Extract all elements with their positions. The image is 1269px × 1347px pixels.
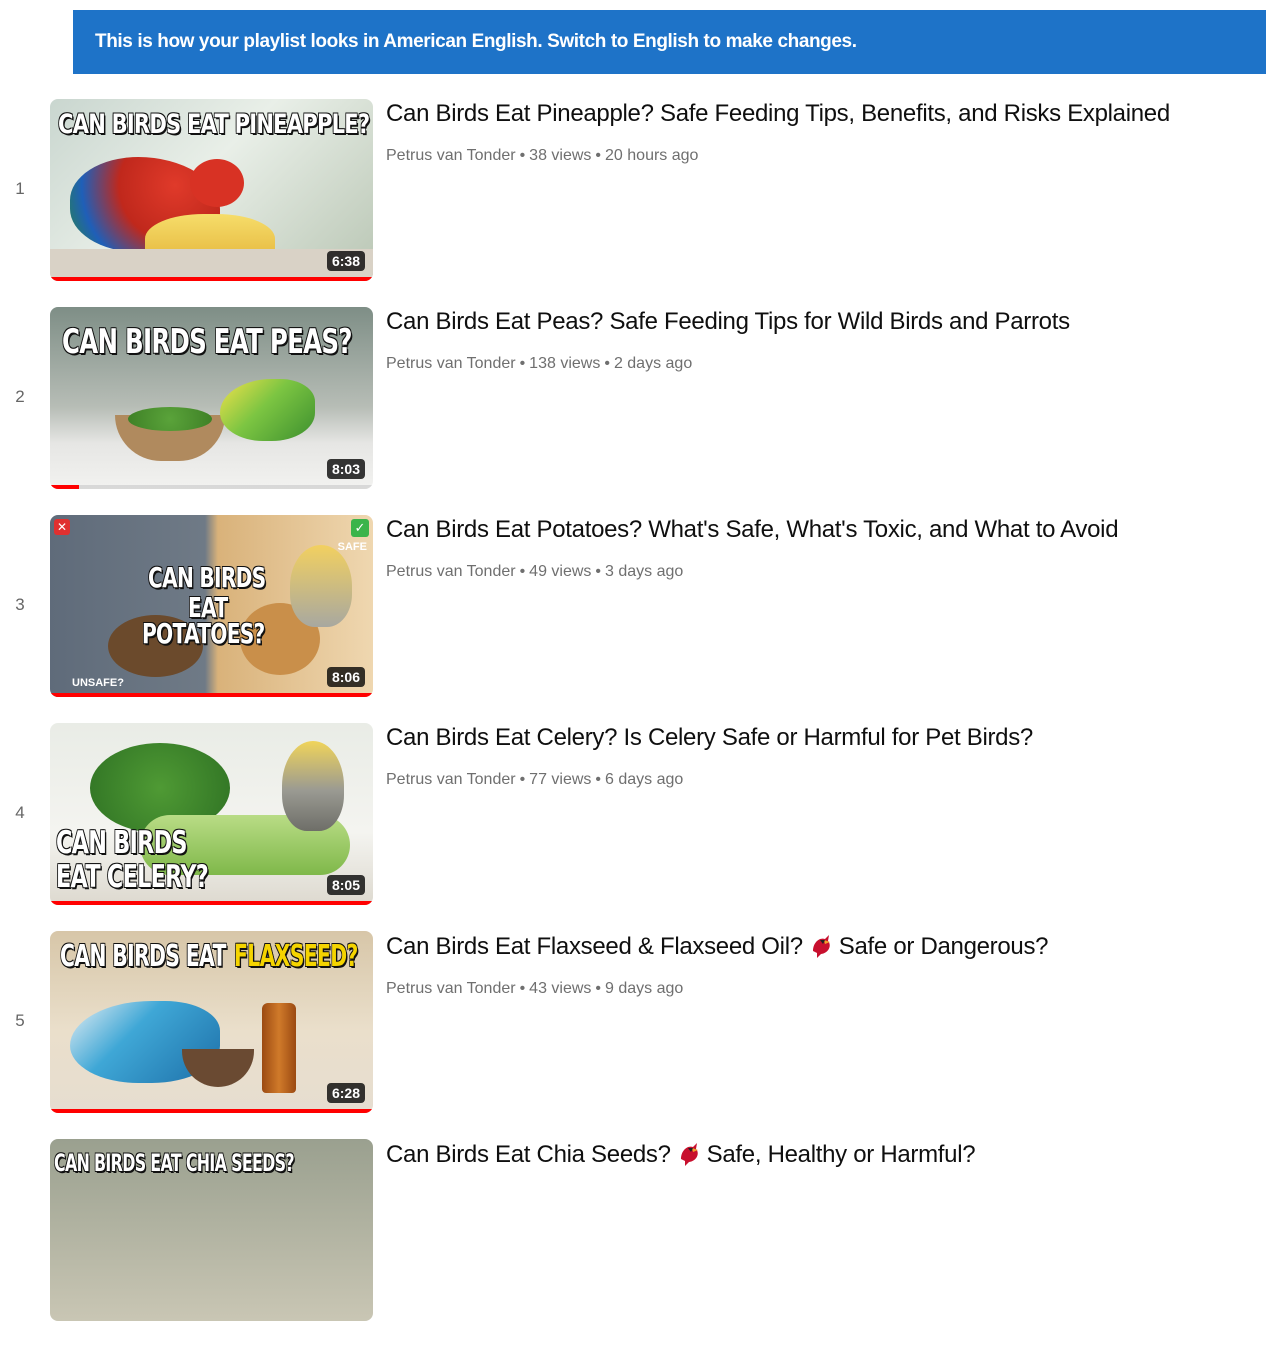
- thumbnail-text-line-1: CAN BIRDS: [148, 561, 266, 594]
- thumbnail-text: CAN BIRDS EAT PEAS?: [62, 322, 352, 362]
- duration-badge: 6:28: [326, 1083, 365, 1103]
- item-index: 3: [15, 595, 25, 614]
- playlist-item[interactable]: 1 CAN BIRDS EAT PINEAPPLE? 6:38 Can Bird…: [0, 99, 1269, 307]
- upload-age: 9 days ago: [605, 980, 684, 997]
- meta-separator: •: [519, 355, 526, 372]
- thumbnail-text: CAN BIRDS EAT: [60, 939, 226, 974]
- view-count: 43 views: [529, 980, 592, 997]
- video-info: Can Birds Eat Flaxseed & Flaxseed Oil? S…: [386, 931, 1249, 998]
- meta-separator: •: [604, 355, 610, 372]
- cardinal-bird-icon: [812, 935, 830, 958]
- video-title[interactable]: Can Birds Eat Celery? Is Celery Safe or …: [386, 723, 1249, 753]
- video-thumbnail[interactable]: CAN BIRDS EAT PEAS? 8:03: [50, 307, 373, 489]
- view-count: 77 views: [529, 771, 592, 788]
- upload-age: 2 days ago: [613, 355, 693, 372]
- meta-separator: •: [595, 980, 602, 997]
- video-title-part-1: Can Birds Eat Flaxseed & Flaxseed Oil?: [386, 933, 803, 960]
- video-thumbnail[interactable]: CAN BIRDS EAT FLAXSEED? 6:28: [50, 931, 373, 1113]
- unsafe-x-icon: ✕: [54, 519, 70, 535]
- video-title[interactable]: Can Birds Eat Chia Seeds? Safe, Healthy …: [386, 1139, 1249, 1170]
- flaxseed-oil-bottle: [262, 1003, 296, 1093]
- channel-name[interactable]: Petrus van Tonder: [386, 563, 516, 580]
- duration-badge: 8:03: [326, 459, 365, 479]
- item-index: 4: [15, 803, 25, 822]
- playlist-item[interactable]: CAN BIRDS EAT CHIA SEEDS? Can Birds Eat …: [0, 1139, 1269, 1347]
- view-count: 49 views: [529, 563, 592, 580]
- thumbnail-text: CAN BIRDS EAT PINEAPPLE?: [58, 109, 370, 140]
- meta-separator: •: [595, 147, 602, 164]
- thumbnail-text-line-2: EAT CELERY?: [56, 859, 209, 895]
- playlist-item[interactable]: 2 CAN BIRDS EAT PEAS? 8:03 Can Birds Eat…: [0, 307, 1269, 515]
- cockatiel-right: [290, 545, 352, 627]
- watch-progress-bar: [50, 1109, 373, 1113]
- video-info: Can Birds Eat Peas? Safe Feeding Tips fo…: [386, 307, 1249, 373]
- watch-progress-track: [50, 485, 373, 489]
- thumbnail-text-highlight: FLAXSEED?: [234, 939, 358, 974]
- video-thumbnail[interactable]: CAN BIRDS EAT CELERY? 8:05: [50, 723, 373, 905]
- playlist-item[interactable]: 5 CAN BIRDS EAT FLAXSEED? 6:28 Can Birds…: [0, 931, 1269, 1139]
- playlist-video-list: 1 CAN BIRDS EAT PINEAPPLE? 6:38 Can Bird…: [0, 99, 1269, 1347]
- video-meta: Petrus van Tonder • 38 views • 20 hours ago: [386, 147, 1249, 165]
- video-meta: Petrus van Tonder • 43 views • 9 days ago: [386, 980, 1249, 998]
- thumbnail-text-line-3: POTATOES?: [142, 617, 265, 650]
- item-index: 1: [15, 179, 25, 198]
- thumbnail-text: CAN BIRDS EAT CHIA SEEDS?: [54, 1149, 295, 1177]
- video-title-part-1: Can Birds Eat Chia Seeds?: [386, 1141, 671, 1168]
- meta-separator: •: [595, 771, 602, 788]
- seed-bowl: [182, 1049, 254, 1087]
- video-thumbnail[interactable]: CAN BIRDS EAT PINEAPPLE? 6:38: [50, 99, 373, 281]
- video-thumbnail[interactable]: ✕ ✓ SAFE UNSAFE? CAN BIRDS EAT POTATOES?…: [50, 515, 373, 697]
- view-count: 38 views: [529, 147, 592, 164]
- duration-badge: 8:06: [326, 667, 365, 687]
- watch-progress-bar: [50, 693, 373, 697]
- video-meta: Petrus van Tonder • 49 views • 3 days ago: [386, 563, 1249, 581]
- video-info: Can Birds Eat Potatoes? What's Safe, Wha…: [386, 515, 1249, 581]
- meta-separator: •: [519, 771, 526, 788]
- watch-progress-bar: [50, 901, 373, 905]
- channel-name[interactable]: Petrus van Tonder: [386, 355, 516, 372]
- duration-badge: 6:38: [326, 251, 365, 271]
- video-title-part-2: Safe, Healthy or Harmful?: [706, 1141, 976, 1168]
- channel-name[interactable]: Petrus van Tonder: [386, 771, 516, 788]
- channel-name[interactable]: Petrus van Tonder: [386, 147, 516, 164]
- parrot-head: [190, 159, 244, 207]
- view-count: 138 views: [529, 355, 601, 372]
- video-title-part-2: Safe or Dangerous?: [838, 933, 1049, 960]
- video-meta: Petrus van Tonder • 138 views • 2 days ago: [386, 355, 1249, 373]
- meta-separator: •: [519, 147, 526, 164]
- banner-text: This is how your playlist looks in Ameri…: [95, 31, 857, 52]
- translation-notice-banner: This is how your playlist looks in Ameri…: [73, 10, 1266, 74]
- upload-age: 20 hours ago: [605, 147, 699, 164]
- upload-age: 6 days ago: [605, 771, 684, 788]
- channel-name[interactable]: Petrus van Tonder: [386, 980, 516, 997]
- playlist-item[interactable]: 3 ✕ ✓ SAFE UNSAFE? CAN BIRDS EAT POTATOE…: [0, 515, 1269, 723]
- video-title[interactable]: Can Birds Eat Potatoes? What's Safe, Wha…: [386, 515, 1249, 545]
- video-info: Can Birds Eat Chia Seeds? Safe, Healthy …: [386, 1139, 1249, 1170]
- video-title[interactable]: Can Birds Eat Flaxseed & Flaxseed Oil? S…: [386, 931, 1249, 962]
- cockatiel-illustration: [282, 741, 344, 831]
- duration-badge: 8:05: [326, 875, 365, 895]
- meta-separator: •: [519, 980, 526, 997]
- video-meta: Petrus van Tonder • 77 views • 6 days ago: [386, 771, 1249, 789]
- video-title[interactable]: Can Birds Eat Peas? Safe Feeding Tips fo…: [386, 307, 1249, 337]
- meta-separator: •: [519, 563, 526, 580]
- meta-separator: •: [595, 563, 602, 580]
- video-thumbnail[interactable]: CAN BIRDS EAT CHIA SEEDS?: [50, 1139, 373, 1321]
- safe-label: SAFE: [337, 541, 367, 553]
- upload-age: 3 days ago: [605, 563, 684, 580]
- video-info: Can Birds Eat Celery? Is Celery Safe or …: [386, 723, 1249, 789]
- unsafe-label: UNSAFE?: [72, 677, 124, 689]
- video-title[interactable]: Can Birds Eat Pineapple? Safe Feeding Ti…: [386, 99, 1249, 129]
- safe-check-icon: ✓: [351, 519, 369, 537]
- watch-progress-bar: [50, 485, 80, 489]
- item-index: 5: [15, 1011, 25, 1030]
- playlist-item[interactable]: 4 CAN BIRDS EAT CELERY? 8:05 Can Birds E…: [0, 723, 1269, 931]
- item-index: 2: [15, 387, 25, 406]
- peas: [128, 407, 212, 431]
- video-info: Can Birds Eat Pineapple? Safe Feeding Ti…: [386, 99, 1249, 165]
- watch-progress-bar: [50, 277, 373, 281]
- budgie-illustration: [220, 379, 315, 441]
- thumbnail-text-line-1: CAN BIRDS: [56, 825, 187, 861]
- cardinal-bird-icon: [680, 1143, 698, 1166]
